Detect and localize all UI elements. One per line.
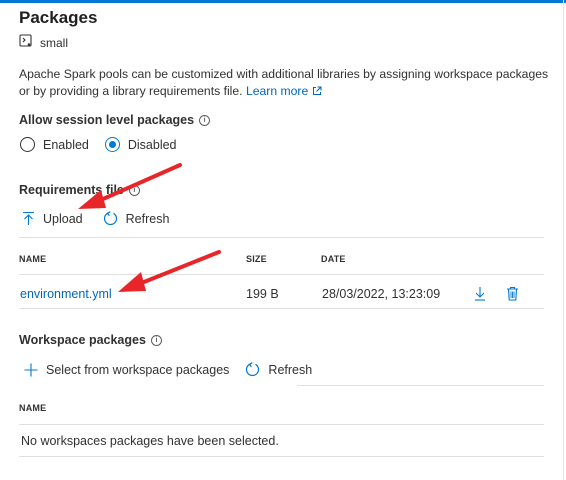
workspace-empty-message: No workspaces packages have been selecte… [21, 434, 279, 448]
top-accent-bar [0, 0, 566, 3]
divider [19, 424, 544, 425]
delete-icon [507, 286, 518, 301]
divider [19, 456, 544, 457]
info-icon[interactable]: i [199, 114, 211, 126]
refresh-button[interactable]: Refresh [103, 211, 170, 226]
radio-circle-selected[interactable] [104, 137, 120, 152]
workspace-column-header-name[interactable]: NAME [19, 403, 46, 413]
spark-pool-icon [19, 34, 33, 51]
radio-enabled[interactable]: Enabled [20, 137, 89, 152]
external-link-icon [312, 86, 322, 95]
column-header-name[interactable]: NAME [19, 254, 46, 264]
file-size: 199 B [246, 287, 279, 301]
workspace-packages-label: Workspace packages i [19, 333, 162, 347]
radio-disabled[interactable]: Disabled [104, 137, 177, 152]
annotation-arrow-file [118, 250, 221, 292]
divider [19, 274, 544, 275]
radio-circle[interactable] [20, 137, 35, 152]
column-header-date[interactable]: DATE [321, 254, 346, 264]
session-packages-radio-group: Enabled Disabled [20, 137, 177, 152]
upload-button[interactable]: Upload [22, 211, 83, 226]
select-workspace-packages-button[interactable]: Select from workspace packages [24, 362, 229, 377]
divider [297, 385, 544, 386]
divider [19, 237, 544, 238]
file-name-link[interactable]: environment.yml [20, 287, 112, 301]
refresh-icon [246, 362, 260, 377]
workspace-refresh-button[interactable]: Refresh [245, 362, 312, 377]
download-icon [475, 287, 485, 301]
pool-name: small [40, 35, 69, 50]
panel-divider [563, 0, 564, 480]
requirements-toolbar: Upload Refresh [22, 211, 169, 226]
session-packages-label: Allow session level packages i [19, 113, 211, 127]
upload-label: Upload [43, 211, 83, 226]
requirements-file-label: Requirements file i [19, 183, 140, 197]
column-header-size[interactable]: SIZE [246, 254, 267, 264]
radio-enabled-label: Enabled [43, 137, 89, 152]
info-icon[interactable]: i [150, 334, 162, 346]
file-date: 28/03/2022, 13:23:09 [322, 287, 441, 301]
select-workspace-packages-label: Select from workspace packages [46, 362, 230, 377]
add-icon [24, 363, 38, 376]
radio-disabled-label: Disabled [127, 137, 177, 152]
refresh-icon [103, 211, 117, 226]
upload-icon [23, 211, 34, 225]
info-icon[interactable]: i [128, 184, 140, 196]
workspace-refresh-label: Refresh [268, 362, 313, 377]
learn-more-link[interactable]: Learn more [246, 84, 322, 98]
page-title: Packages [19, 8, 98, 27]
workspace-toolbar: Select from workspace packages Refresh [24, 362, 312, 377]
refresh-label: Refresh [125, 211, 170, 226]
pool-name-row: small [19, 34, 68, 51]
description: Apache Spark pools can be customized wit… [19, 66, 549, 100]
download-button[interactable] [474, 286, 486, 304]
divider [19, 308, 544, 309]
delete-button[interactable] [506, 286, 519, 304]
